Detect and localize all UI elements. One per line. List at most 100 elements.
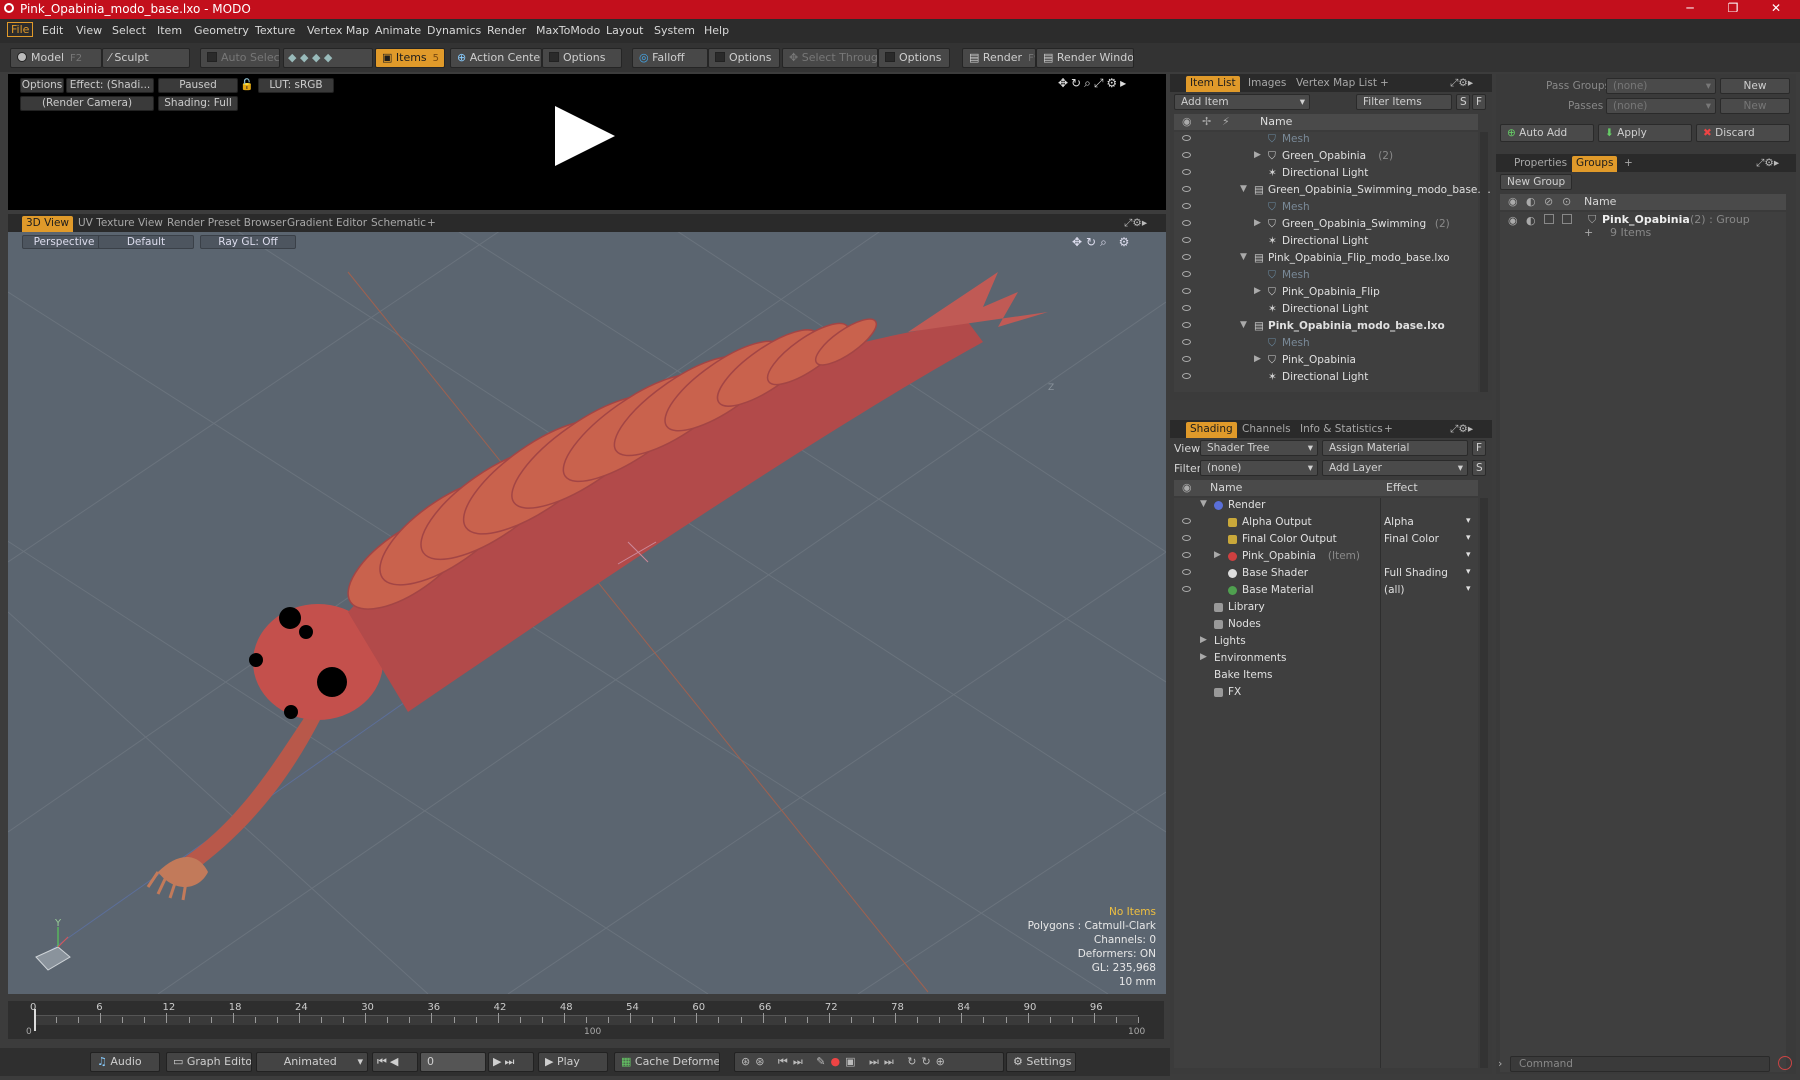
tab-images[interactable]: Images xyxy=(1248,77,1286,89)
expand-icon[interactable]: ▶ xyxy=(1254,150,1261,160)
add-tab-button[interactable]: + xyxy=(1384,423,1393,435)
add-layer-dropdown[interactable]: Add Layer ▾ xyxy=(1322,460,1468,476)
item-row[interactable]: ⛉ Mesh xyxy=(1174,268,1478,285)
item-row[interactable]: ▶ ⛉ Pink_Opabinia_Flip xyxy=(1174,285,1478,302)
shader-filter-dropdown[interactable]: (none) ▾ xyxy=(1200,460,1318,476)
shader-view-dropdown[interactable]: Shader Tree ▾ xyxy=(1200,440,1318,456)
eye-icon[interactable] xyxy=(1182,220,1191,226)
eye-icon[interactable] xyxy=(1182,518,1191,524)
shader-effect-value[interactable]: Final Color xyxy=(1384,533,1439,545)
sculpt-button[interactable]: ⁄ Sculpt xyxy=(102,48,190,68)
eye-icon[interactable] xyxy=(1182,586,1191,592)
preview-camera-dropdown[interactable]: (Render Camera) xyxy=(20,96,154,111)
shading-scrollbar[interactable] xyxy=(1480,498,1488,1068)
chevron-down-icon[interactable]: ▾ xyxy=(1466,533,1471,543)
eye-icon[interactable] xyxy=(1182,254,1191,260)
menu-file[interactable]: File xyxy=(7,22,34,37)
item-row[interactable]: ✶ Directional Light xyxy=(1174,234,1478,251)
items-f-button[interactable]: F xyxy=(1472,94,1486,110)
shading-f-button[interactable]: F xyxy=(1472,440,1486,456)
auto-select-button[interactable]: Auto Select xyxy=(200,48,280,68)
command-input[interactable]: Command xyxy=(1510,1056,1770,1072)
record-icon[interactable] xyxy=(1778,1056,1792,1070)
add-tab-button[interactable]: + xyxy=(1624,157,1633,169)
item-row[interactable]: ⛉ Mesh xyxy=(1174,336,1478,353)
shading-s-button[interactable]: S xyxy=(1472,460,1486,476)
eye-icon[interactable] xyxy=(1182,271,1191,277)
menu-texture[interactable]: Texture xyxy=(255,24,295,37)
new-pass-button[interactable]: New xyxy=(1720,98,1790,114)
render-toggle-icon[interactable]: ◐ xyxy=(1526,214,1536,227)
chevron-down-icon[interactable]: ▾ xyxy=(1466,516,1471,526)
shader-row[interactable]: Alpha Output Alpha ▾ xyxy=(1174,515,1478,532)
eye-icon[interactable] xyxy=(1182,203,1191,209)
expand-icon[interactable]: ▶ xyxy=(1200,635,1207,645)
key-tools-group[interactable]: ⊛⊛ ⏮⏭ ✎●▣ ⏭⏭ ↻↻⊕ xyxy=(734,1052,1004,1072)
item-row[interactable]: ▼ ▤ Pink_Opabinia_modo_base.lxo xyxy=(1174,319,1478,336)
items-button[interactable]: ▣ Items 5 xyxy=(375,48,445,68)
chevron-down-icon[interactable]: ▾ xyxy=(1466,584,1471,594)
preview-options-button[interactable]: Options xyxy=(20,78,64,93)
eye-icon[interactable] xyxy=(1182,569,1191,575)
collapse-icon[interactable]: ▼ xyxy=(1240,252,1247,262)
play-icon[interactable] xyxy=(555,106,615,166)
expand-icon[interactable]: ▶ xyxy=(1254,286,1261,296)
shader-row[interactable]: ▶ Lights xyxy=(1174,634,1478,651)
eye-icon[interactable] xyxy=(1182,373,1191,379)
shader-row[interactable]: Library xyxy=(1174,600,1478,617)
eye-icon[interactable] xyxy=(1182,535,1191,541)
passes-dropdown[interactable]: (none) ▾ xyxy=(1606,98,1716,114)
chevron-down-icon[interactable]: ▾ xyxy=(1466,550,1471,560)
panel-controls-icon[interactable]: ⤢⚙▸ xyxy=(1450,423,1473,436)
minimize-button[interactable]: ─ xyxy=(1670,1,1710,15)
preview-lut-dropdown[interactable]: LUT: sRGB xyxy=(258,78,334,93)
tab-vertex-map-list[interactable]: Vertex Map List xyxy=(1296,77,1377,89)
item-row[interactable]: ✶ Directional Light xyxy=(1174,166,1478,183)
shader-row[interactable]: ▶ Environments xyxy=(1174,651,1478,668)
shader-row[interactable]: Nodes xyxy=(1174,617,1478,634)
menu-vertex-map[interactable]: Vertex Map xyxy=(307,24,369,37)
lock-checkbox[interactable] xyxy=(1544,214,1554,224)
cache-deformers-button[interactable]: ▦ Cache Deformers xyxy=(614,1052,720,1072)
collapse-icon[interactable]: ▼ xyxy=(1200,499,1207,509)
default-style-dropdown[interactable]: Default xyxy=(98,235,194,249)
shader-effect-value[interactable]: (all) xyxy=(1384,584,1404,596)
items-s-button[interactable]: S xyxy=(1456,94,1470,110)
action-center-button[interactable]: ⊕ Action Center xyxy=(450,48,542,68)
tab-uv-texture-view[interactable]: UV Texture View xyxy=(78,217,163,229)
menu-help[interactable]: Help xyxy=(704,24,729,37)
viewport-nav-icons[interactable]: ✥↻⌕ ⚙ xyxy=(1072,235,1133,250)
preview-nav-icons[interactable]: ✥↻⌕⤢⚙▸ xyxy=(1058,76,1129,91)
pass-groups-dropdown[interactable]: (none) ▾ xyxy=(1606,78,1716,94)
item-row[interactable]: ▼ ▤ Pink_Opabinia_Flip_modo_base.lxo xyxy=(1174,251,1478,268)
3d-viewport[interactable]: Y Z Perspective Default Ray GL: Off ✥↻⌕ … xyxy=(8,232,1166,994)
settings-button[interactable]: ⚙ Settings xyxy=(1006,1052,1076,1072)
preview-shading-dropdown[interactable]: Shading: Full xyxy=(158,96,238,111)
item-row[interactable]: ▶ ⛉ Green_Opabinia (2) xyxy=(1174,149,1478,166)
add-item-dropdown[interactable]: Add Item ▾ xyxy=(1174,94,1310,110)
graph-editor-button[interactable]: ▭ Graph Editor xyxy=(166,1052,252,1072)
menu-geometry[interactable]: Geometry xyxy=(194,24,249,37)
collapse-icon[interactable]: ▼ xyxy=(1240,320,1247,330)
shader-row[interactable]: Base Shader Full Shading ▾ xyxy=(1174,566,1478,583)
menu-maxtomodo[interactable]: MaxToModo xyxy=(536,24,600,37)
item-row[interactable]: ▼ ▤ Green_Opabinia_Swimming_modo_base.... xyxy=(1174,183,1491,200)
expand-icon[interactable]: ▶ xyxy=(1254,218,1261,228)
menu-dynamics[interactable]: Dynamics xyxy=(427,24,481,37)
preview-effect-dropdown[interactable]: Effect: (Shadi... xyxy=(66,78,154,93)
shader-row[interactable]: Bake Items xyxy=(1174,668,1478,685)
assign-material-field[interactable]: Assign Material xyxy=(1322,440,1468,456)
tab-info-statistics[interactable]: Info & Statistics xyxy=(1300,423,1383,435)
perspective-dropdown[interactable]: Perspective xyxy=(22,235,106,249)
action-center-options[interactable]: Options xyxy=(542,48,622,68)
audio-button[interactable]: ♫ Audio xyxy=(90,1052,160,1072)
timeline[interactable]: 0 6 12 18 24 30 36 42 48 54 60 66 72 78 84 90 96 0 100 1… xyxy=(8,1001,1164,1039)
tab-render-preset-browser[interactable]: Render Preset Browser xyxy=(167,217,286,229)
render-window-button[interactable]: ▤ Render Window xyxy=(1036,48,1134,68)
item-row[interactable]: ▶ ⛉ Green_Opabinia_Swimming (2) xyxy=(1174,217,1478,234)
shader-effect-value[interactable]: Alpha xyxy=(1384,516,1414,528)
frame-input[interactable]: 0 xyxy=(420,1052,486,1072)
menu-animate[interactable]: Animate xyxy=(375,24,421,37)
falloff-button[interactable]: ◎ Falloff xyxy=(632,48,708,68)
chevron-down-icon[interactable]: ▾ xyxy=(1466,567,1471,577)
